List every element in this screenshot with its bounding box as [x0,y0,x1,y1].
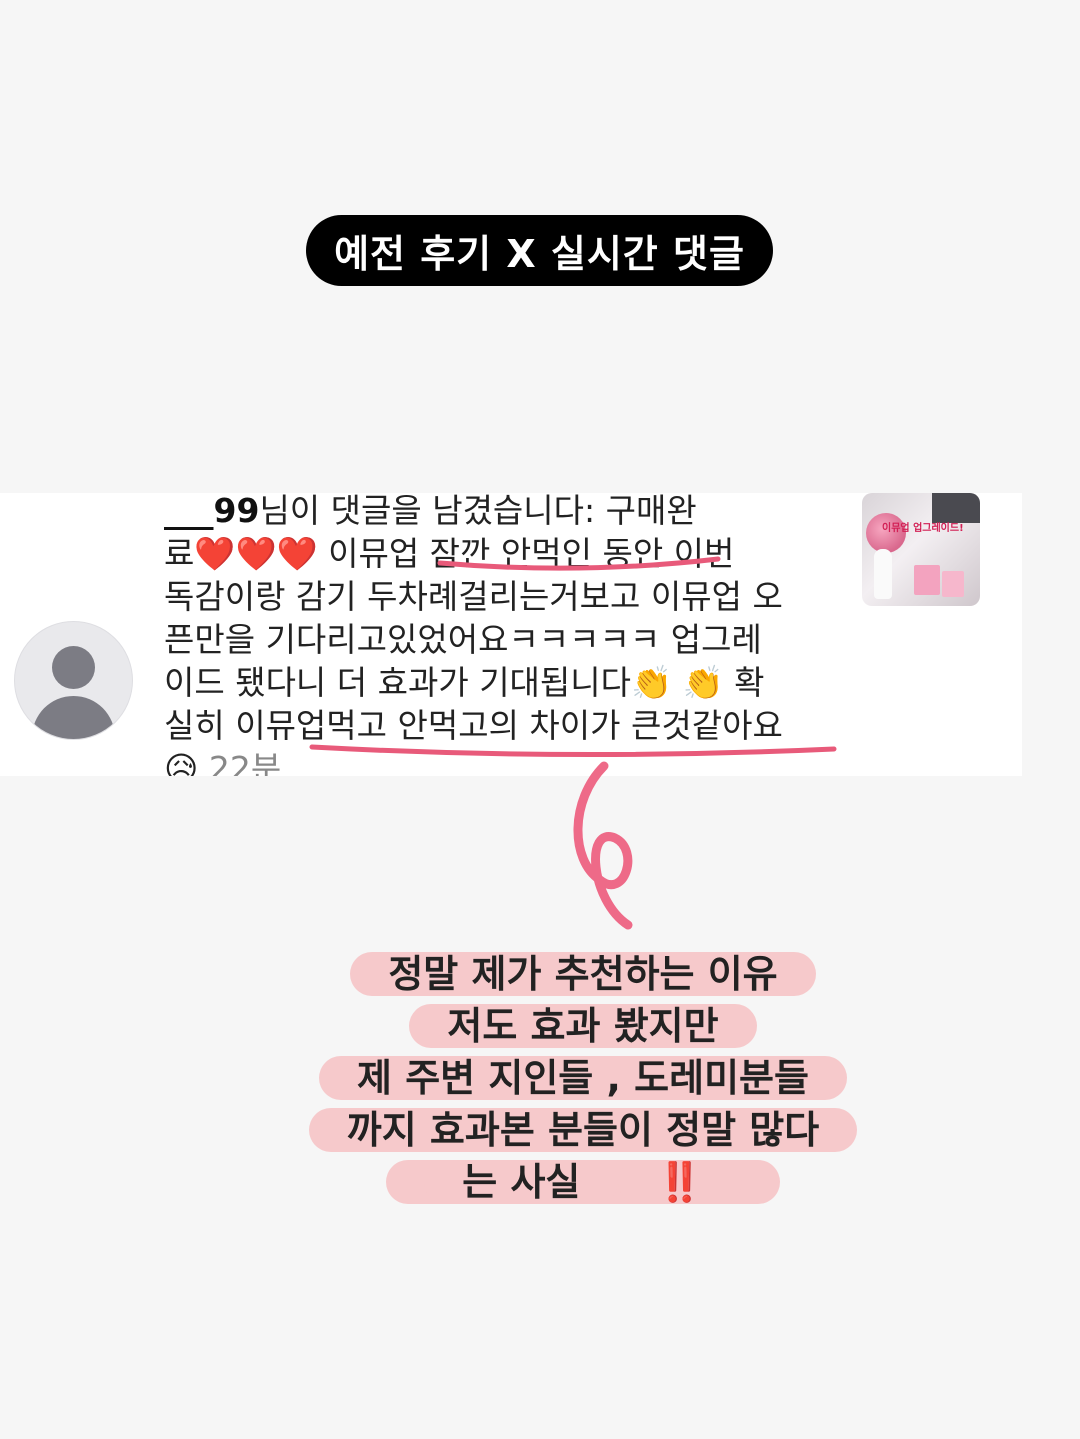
comment-line-1: ___99님이 댓글을 남겼습니다: 구매완 [164,493,834,532]
note-line-5: 는 사실 ‼️ [296,1156,870,1208]
comment-line-3: 독감이랑 감기 두차례걸리는거보고 이뮤업 오 [164,577,783,616]
avatar [14,621,133,740]
note-line-1-text: 정말 제가 추천하는 이유 [350,952,816,996]
highlight-note: 정말 제가 추천하는 이유 저도 효과 봤지만 제 주변 지인들 , 도레미분들… [296,948,870,1208]
vase-icon [874,549,892,599]
note-line-2-text: 저도 효과 봤지만 [409,1004,757,1048]
note-line-2: 저도 효과 봤지만 [296,1000,870,1052]
thumbnail-caption: 이뮤업 업그레이드! [882,523,964,534]
note-line-3-text: 제 주변 지인들 , 도레미분들 [319,1056,847,1100]
note-line-5-text: 는 사실 [424,1160,619,1204]
title-pill: 예전 후기 X 실시간 댓글 [306,215,773,286]
sad-emoji-icon: 😥 [164,749,199,776]
title-text: 예전 후기 X 실시간 댓글 [334,232,745,276]
post-thumbnail[interactable]: 이뮤업 업그레이드! [862,493,980,606]
comment-meta: 😥 22분 [164,747,834,776]
note-line-5-wrap: 는 사실 ‼️ [386,1160,780,1204]
comment-card: ___99님이 댓글을 남겼습니다: 구매완 료❤️❤️❤️ 이뮤업 잠깐 안먹… [0,493,1022,776]
comment-line-5: 이드 됐다니 더 효과가 기대됩니다👏 👏 확 [164,663,765,702]
note-line-3: 제 주변 지인들 , 도레미분들 [296,1052,870,1104]
comment-line-2: 료❤️❤️❤️ 이뮤업 잠깐 안먹인 동안 이번 [164,534,735,573]
product-box-icon-2 [942,571,964,597]
double-exclamation-icon: ‼️ [618,1160,742,1204]
product-box-icon [914,565,940,595]
note-line-4-text: 까지 효과본 분들이 정말 많다 [308,1108,858,1152]
comment-username: ___99 [164,493,260,530]
comment-line-4: 픈만을 기다리고있었어요ㅋㅋㅋㅋㅋ 업그레 [164,620,762,659]
comment-time: 22분 [208,749,282,776]
comment-line-1-text: 님이 댓글을 남겼습니다: 구매완 [259,493,697,530]
comment-line-6: 실히 이뮤업먹고 안먹고의 차이가 큰것같아요 [164,706,783,745]
note-line-1: 정말 제가 추천하는 이유 [296,948,870,1000]
avatar-head-icon [52,646,95,689]
comment-text: ___99님이 댓글을 남겼습니다: 구매완 료❤️❤️❤️ 이뮤업 잠깐 안먹… [164,493,834,776]
note-line-4: 까지 효과본 분들이 정말 많다 [296,1104,870,1156]
avatar-body-icon [32,696,115,739]
